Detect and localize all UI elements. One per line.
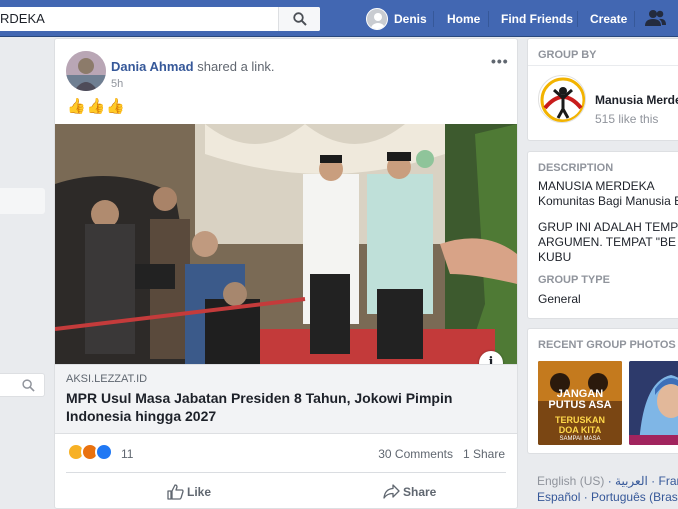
nav-user-name: Denis: [394, 12, 427, 26]
feed-post: Dania Ahmad shared a link. 5h ••• 👍👍👍 i …: [54, 38, 518, 509]
post-action-text: shared a link.: [197, 59, 275, 74]
language-line: Español · Português (Brasi: [537, 490, 678, 504]
post-timestamp[interactable]: 5h: [111, 78, 123, 90]
post-action-bar: Like Share: [66, 472, 506, 509]
language-line: English (US) · العربية · Franç: [537, 474, 678, 488]
left-sidebar-item[interactable]: [0, 188, 45, 214]
share-arrow-icon: [383, 484, 400, 499]
author-avatar[interactable]: [66, 51, 106, 91]
group-type-heading: GROUP TYPE: [538, 274, 610, 286]
description-card: DESCRIPTION MANUSIA MERDEKA Komunitas Ba…: [527, 151, 678, 319]
group-name-link[interactable]: Manusia Merde: [595, 93, 678, 107]
link-preview-box[interactable]: AKSI.LEZZAT.ID MPR Usul Masa Jabatan Pre…: [55, 364, 517, 434]
description-line: ARGUMEN. TEMPAT "BE: [538, 235, 677, 249]
friend-requests-icon[interactable]: [645, 9, 667, 27]
photo-caption-line: PUTUS ASA: [548, 399, 612, 411]
share-label: Share: [403, 485, 437, 499]
group-by-heading: GROUP BY: [538, 49, 597, 61]
comments-count-link[interactable]: 30 Comments: [378, 447, 453, 461]
like-button[interactable]: Like: [167, 484, 212, 500]
recent-photos-card: RECENT GROUP PHOTOS JANGAN PUTUS ASA TER…: [527, 328, 678, 454]
photo-caption-line: TERUSKAN: [554, 415, 605, 425]
group-likes: 515 like this: [595, 112, 659, 126]
link-preview-image[interactable]: [55, 124, 517, 364]
nav-divider: [488, 11, 489, 27]
group-logo[interactable]: [538, 75, 586, 123]
description-line: KUBU: [538, 250, 572, 264]
share-button[interactable]: Share: [383, 484, 437, 499]
language-link[interactable]: Português (Brasi: [591, 490, 678, 504]
group-by-card: GROUP BY Manusia Merde 515 like this: [527, 38, 678, 141]
group-search-input[interactable]: [0, 373, 45, 397]
nav-divider: [433, 11, 434, 27]
group-type-value: General: [538, 292, 581, 306]
divider: [528, 65, 678, 66]
recent-photos-heading: RECENT GROUP PHOTOS: [538, 339, 676, 351]
nav-find-friends-link[interactable]: Find Friends: [501, 12, 573, 26]
group-photo-thumbnail[interactable]: JANGAN PUTUS ASA TERUSKAN DOA KITA SAMPA…: [538, 361, 622, 445]
link-domain: AKSI.LEZZAT.ID: [66, 373, 148, 385]
description-line: Komunitas Bagi Manusia B: [538, 194, 678, 208]
search-box[interactable]: RDEKA: [0, 7, 320, 31]
nav-divider: [577, 11, 578, 27]
language-link[interactable]: Franç: [659, 474, 678, 488]
nav-create-link[interactable]: Create: [590, 12, 627, 26]
search-input[interactable]: RDEKA: [0, 11, 45, 26]
post-options-icon[interactable]: •••: [491, 53, 509, 69]
like-label: Like: [187, 485, 212, 499]
language-link[interactable]: Español: [537, 490, 580, 504]
description-heading: DESCRIPTION: [538, 162, 614, 174]
photo-caption-line: SAMPAI MASA: [559, 436, 601, 442]
post-stats: 30 Comments 1 Share: [378, 447, 505, 461]
group-photo-thumbnail[interactable]: [629, 361, 678, 445]
nav-home-link[interactable]: Home: [447, 12, 480, 26]
link-title[interactable]: MPR Usul Masa Jabatan Presiden 8 Tahun, …: [66, 389, 496, 425]
thumbs-up-icon: [167, 484, 184, 500]
post-text: 👍👍👍: [67, 98, 127, 115]
language-link[interactable]: العربية: [615, 474, 648, 488]
post-author-line: Dania Ahmad shared a link.: [111, 59, 275, 74]
like-reaction-icon: [95, 443, 113, 461]
author-name-link[interactable]: Dania Ahmad: [111, 59, 194, 74]
language-selector: English (US) · العربية · Franç Español ·…: [527, 464, 678, 509]
nav-divider: [634, 11, 635, 27]
avatar: [366, 8, 388, 30]
shares-count-link[interactable]: 1 Share: [463, 447, 505, 461]
search-button[interactable]: [278, 7, 320, 31]
search-icon: [22, 379, 35, 392]
photo-caption-line: DOA KITA: [558, 425, 602, 435]
reaction-count: 11: [121, 447, 134, 461]
description-line: MANUSIA MERDEKA: [538, 179, 655, 193]
search-icon: [293, 12, 307, 26]
top-navigation-bar: RDEKA Denis Home Find Friends Create: [0, 0, 678, 37]
current-language: English (US): [537, 474, 605, 488]
description-line: GRUP INI ADALAH TEMP: [538, 220, 678, 234]
